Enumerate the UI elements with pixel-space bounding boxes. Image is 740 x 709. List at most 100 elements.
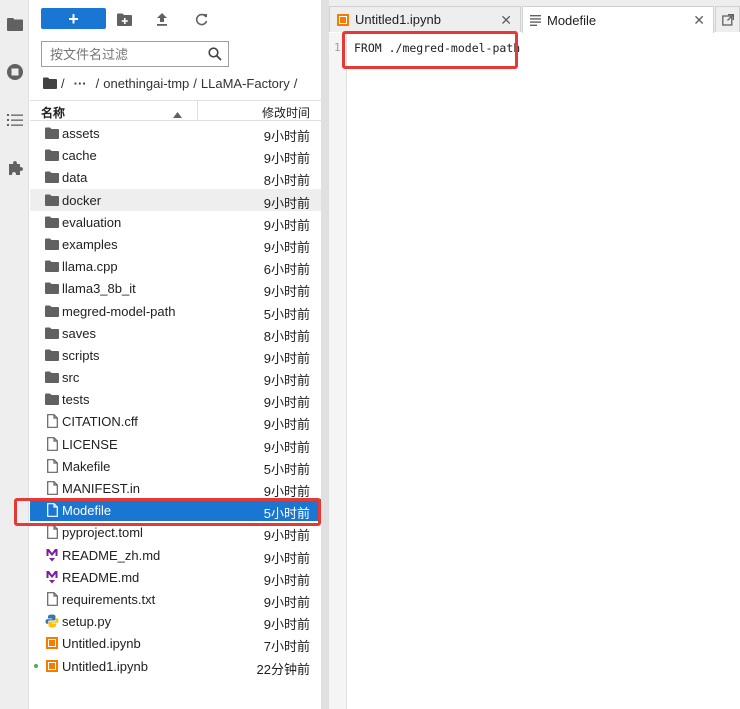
panel-splitter[interactable]: [321, 0, 329, 709]
file-name: README_zh.md: [62, 547, 161, 563]
file-modified-time: 9小时前: [263, 528, 310, 544]
extension-icon[interactable]: [0, 154, 29, 182]
markdown-icon: [44, 547, 60, 563]
file-list-item[interactable]: CITATION.cff 9小时前: [30, 410, 321, 432]
file-name: cache: [62, 148, 97, 164]
file-list-item[interactable]: tests 9小时前: [30, 388, 321, 410]
file-list-item[interactable]: docker 9小时前: [30, 188, 321, 211]
file-list-item[interactable]: Untitled.ipynb 7小时前: [30, 632, 321, 654]
new-folder-icon[interactable]: [114, 9, 134, 29]
file-modified-time: 9小时前: [263, 439, 310, 455]
file-list-item[interactable]: cache 9小时前: [30, 144, 321, 166]
file-filter-input[interactable]: [42, 43, 202, 65]
line-number-gutter: 1: [329, 33, 347, 709]
file-name: saves: [62, 325, 96, 341]
activity-bar: [0, 0, 29, 709]
file-list-item[interactable]: Makefile 5小时前: [30, 455, 321, 477]
file-list-item[interactable]: requirements.txt 9小时前: [30, 588, 321, 610]
file-modified-time: 9小时前: [263, 373, 310, 389]
refresh-icon[interactable]: [191, 9, 211, 29]
file-list-item[interactable]: data 8小时前: [30, 166, 321, 188]
file-modified-time: 7小时前: [263, 639, 310, 655]
file-modified-time: 8小时前: [263, 173, 310, 189]
file-list-item[interactable]: README_zh.md 9小时前: [30, 544, 321, 566]
file-icon: [44, 458, 60, 474]
file-list-item[interactable]: llama3_8b_it 9小时前: [30, 277, 321, 299]
file-list-item[interactable]: scripts 9小时前: [30, 344, 321, 366]
file-list-item[interactable]: assets 9小时前: [30, 122, 321, 144]
file-modified-time: 9小时前: [263, 239, 310, 255]
tab-untitled1-ipynb[interactable]: Untitled1.ipynb ✕: [329, 6, 521, 32]
file-modified-time: 5小时前: [263, 461, 310, 477]
search-icon: [208, 47, 222, 64]
file-icon: [44, 591, 60, 607]
folder-icon: [44, 147, 60, 163]
close-icon[interactable]: ✕: [500, 12, 512, 29]
folder-icon: [44, 192, 60, 208]
file-list-item[interactable]: setup.py 9小时前: [30, 610, 321, 632]
file-modified-time: 5小时前: [263, 506, 310, 522]
line-number: 1: [334, 41, 341, 54]
file-list-item[interactable]: megred-model-path 5小时前: [30, 300, 321, 322]
sort-caret-up-icon[interactable]: [173, 107, 182, 121]
file-name: Untitled1.ipynb: [62, 658, 148, 674]
file-list-item[interactable]: README.md 9小时前: [30, 566, 321, 588]
tab-label: Untitled1.ipynb: [355, 12, 441, 27]
notebook-icon: [337, 13, 349, 26]
markdown-icon: [44, 569, 60, 585]
file-name: LICENSE: [62, 436, 118, 452]
breadcrumb: / ··· / onethingai-tmp / LLaMA-Factory /: [43, 74, 301, 92]
file-modified-time: 9小时前: [263, 572, 310, 588]
file-list-item[interactable]: LICENSE 9小时前: [30, 433, 321, 455]
file-name: tests: [62, 392, 90, 408]
file-list-item[interactable]: pyproject.toml 9小时前: [30, 521, 321, 543]
file-name: requirements.txt: [62, 591, 156, 607]
tab-modefile[interactable]: Modefile ✕: [522, 6, 714, 33]
upload-icon[interactable]: [152, 9, 172, 29]
column-divider[interactable]: [197, 101, 198, 120]
running-icon[interactable]: [0, 58, 29, 86]
file-list-item[interactable]: MANIFEST.in 9小时前: [30, 477, 321, 499]
close-icon[interactable]: ✕: [693, 12, 705, 29]
file-list-item[interactable]: llama.cpp 6小时前: [30, 255, 321, 277]
breadcrumb-separator: /: [293, 75, 298, 91]
folder-icon: [44, 391, 60, 407]
folder-icon: [44, 214, 60, 230]
file-name: data: [62, 170, 88, 186]
new-launcher-button[interactable]: +: [41, 8, 106, 29]
file-list-item[interactable]: Untitled1.ipynb 22分钟前: [30, 655, 321, 677]
folder-icon: [44, 125, 60, 141]
file-modified-time: 9小时前: [263, 484, 310, 499]
file-modified-time: 9小时前: [263, 217, 310, 233]
table-of-contents-icon[interactable]: [0, 106, 29, 134]
file-modified-time: 9小时前: [263, 550, 310, 566]
file-list-item[interactable]: Modefile 5小时前: [30, 499, 321, 522]
breadcrumb-ellipsis[interactable]: ···: [74, 76, 87, 91]
file-name: Untitled.ipynb: [62, 636, 141, 652]
breadcrumb-item[interactable]: LLaMA-Factory: [201, 76, 290, 91]
file-list-item[interactable]: src 9小时前: [30, 366, 321, 388]
text-editor[interactable]: 1 FROM ./megred-model-path: [329, 33, 740, 709]
breadcrumb-home-icon[interactable]: [43, 77, 57, 89]
file-modified-time: 9小时前: [263, 195, 310, 211]
file-list-item[interactable]: evaluation 9小时前: [30, 211, 321, 233]
breadcrumb-item[interactable]: onethingai-tmp: [103, 76, 189, 91]
file-list-item[interactable]: examples 9小时前: [30, 233, 321, 255]
file-name: src: [62, 370, 80, 386]
file-modified-time: 9小时前: [263, 350, 310, 366]
open-in-new-window-button[interactable]: [715, 6, 740, 32]
file-filter: [41, 41, 229, 67]
code-line[interactable]: FROM ./megred-model-path: [354, 41, 520, 55]
text-file-icon: [530, 14, 541, 26]
file-list-item[interactable]: saves 8小时前: [30, 322, 321, 344]
folder-icon[interactable]: [0, 10, 29, 38]
file-name: docker: [62, 192, 102, 208]
file-name: examples: [62, 236, 118, 252]
file-list: assets 9小时前 cache 9小时前 data 8小时前 docker 9小时前 eva…: [30, 122, 321, 677]
file-name: pyproject.toml: [62, 525, 143, 541]
notebook-icon: [44, 635, 60, 651]
column-header-modified[interactable]: 修改时间: [262, 104, 310, 121]
file-modified-time: 9小时前: [263, 395, 310, 411]
column-header-name[interactable]: 名称: [41, 104, 65, 121]
folder-icon: [44, 303, 60, 319]
